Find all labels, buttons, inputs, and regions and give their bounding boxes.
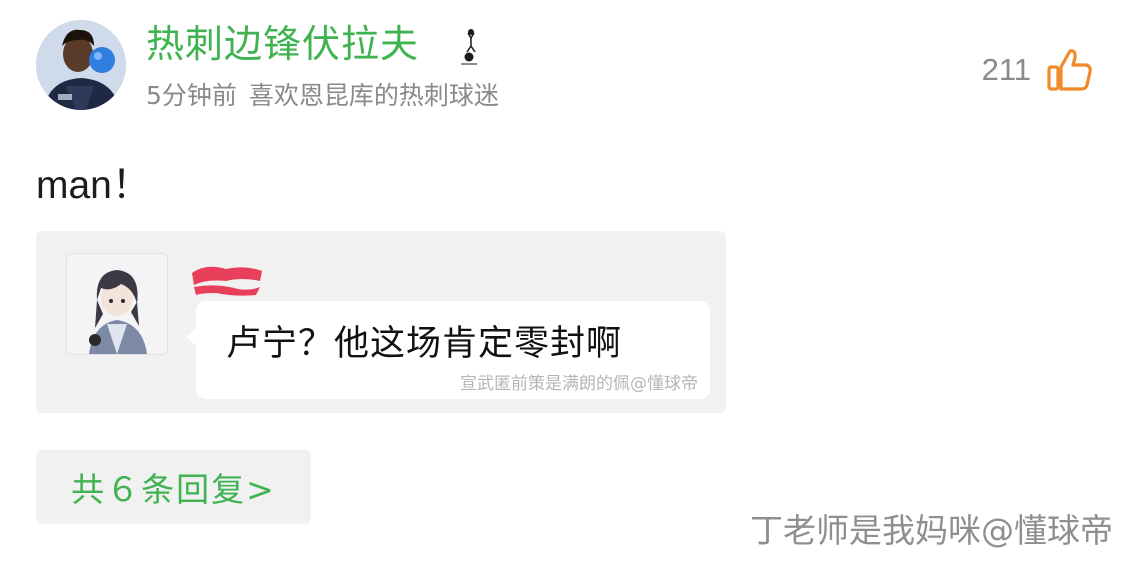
comment-meta: 5分钟前 喜欢恩昆库的热刺球迷	[146, 76, 511, 116]
image-watermark: 宣武匿前策是满朗的佩@懂球帝	[460, 374, 698, 394]
anime-character-avatar	[67, 254, 167, 354]
tottenham-crest-icon	[461, 29, 477, 65]
quoted-message-bubble: 卢宁？他这场肯定零封啊 宣武匿前策是满朗的佩@懂球帝	[186, 301, 710, 399]
quoted-user-avatar	[66, 253, 168, 355]
author-name[interactable]: 热刺边锋伏拉夫	[146, 18, 419, 70]
like-button[interactable]: 211	[982, 42, 1095, 98]
comment-time: 5分钟前	[146, 81, 237, 110]
view-replies-button[interactable]: 共６条回复>	[36, 450, 311, 524]
comment-item: 热刺边锋伏拉夫 5分钟前 喜欢恩昆库的热刺球迷 211 man！ 卢宁？他这场肯…	[0, 0, 1125, 565]
like-count: 211	[981, 52, 1031, 87]
player-avatar-photo	[36, 20, 126, 110]
comment-text: man！	[36, 164, 151, 207]
user-avatar[interactable]	[36, 20, 126, 110]
quoted-image-card[interactable]: 卢宁？他这场肯定零封啊 宣武匿前策是满朗的佩@懂球帝	[36, 231, 726, 413]
bubble-tail	[186, 327, 198, 347]
redacted-username	[192, 266, 262, 296]
author-bio: 喜欢恩昆库的热刺球迷	[248, 81, 499, 110]
quoted-message-text: 卢宁？他这场肯定零封啊	[226, 324, 623, 364]
page-watermark: 丁老师是我妈咪@懂球帝	[750, 511, 1113, 550]
thumbs-up-icon[interactable]	[1045, 45, 1095, 95]
